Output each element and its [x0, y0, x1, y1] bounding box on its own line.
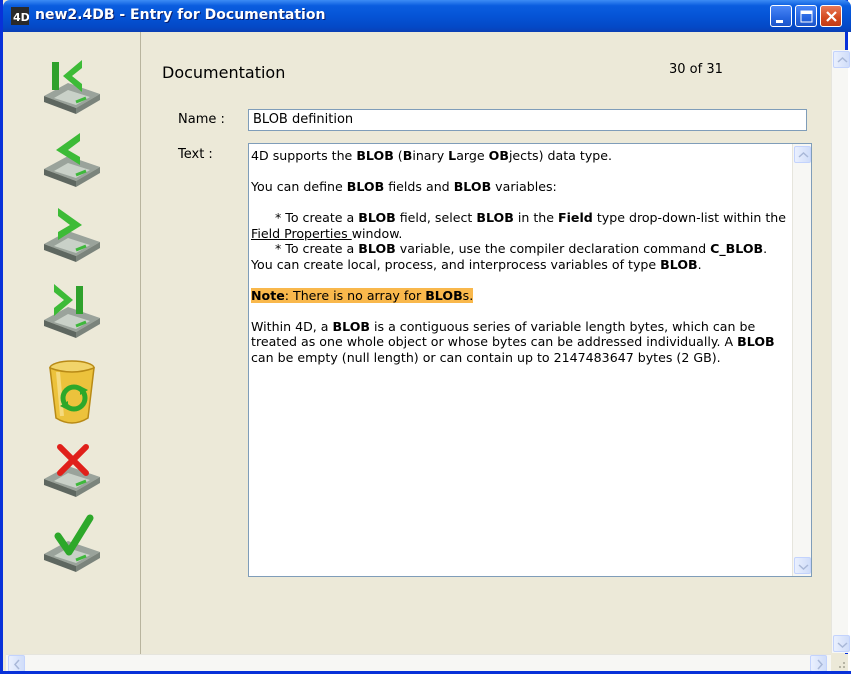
- minimize-icon: [776, 20, 783, 23]
- field-properties-link[interactable]: Field Properties: [251, 226, 352, 241]
- note-paragraph: Note: There is no array for BLOBs.: [251, 287, 474, 303]
- app-4d-icon: 4D: [11, 7, 29, 25]
- delete-record-icon: [44, 444, 100, 497]
- delete-record-button[interactable]: [36, 439, 108, 501]
- paragraph: Within 4D, a BLOB is a contiguous series…: [251, 318, 775, 365]
- resize-grip[interactable]: [831, 654, 848, 671]
- record-toolbar: [6, 32, 141, 654]
- close-icon: [826, 11, 837, 22]
- form-heading: Documentation: [162, 63, 286, 82]
- text-content: 4D supports the BLOB (Binary Large OBjec…: [251, 148, 787, 381]
- accept-record-button[interactable]: [36, 514, 108, 576]
- application-window: 4D new2.4DB - Entry for Documentation Do…: [0, 0, 851, 674]
- recycle-bin-button[interactable]: [36, 358, 108, 424]
- first-record-icon: [44, 60, 100, 114]
- scroll-down-button[interactable]: [794, 557, 811, 574]
- window-scroll-down-button[interactable]: [833, 635, 850, 652]
- window-vertical-scrollbar[interactable]: [831, 50, 850, 653]
- chevron-down-icon: [837, 642, 848, 649]
- maximize-button[interactable]: [795, 5, 817, 27]
- close-button[interactable]: [820, 5, 842, 27]
- window-title: new2.4DB - Entry for Documentation: [35, 7, 326, 23]
- previous-record-icon: [44, 133, 100, 187]
- text-scrollbar[interactable]: [792, 144, 811, 576]
- accept-record-icon: [44, 514, 100, 572]
- chevron-up-icon: [798, 151, 809, 158]
- first-record-button[interactable]: [36, 56, 108, 118]
- text-area[interactable]: 4D supports the BLOB (Binary Large OBjec…: [248, 143, 812, 577]
- paragraph: You can define BLOB fields and BLOB vari…: [251, 179, 557, 194]
- bullet-item: * To create a BLOB field, select BLOB in…: [251, 210, 786, 241]
- svg-text:4D: 4D: [13, 11, 29, 24]
- text-label: Text :: [178, 147, 213, 162]
- bullet-item: * To create a BLOB variable, use the com…: [251, 241, 768, 272]
- window-scroll-left-button[interactable]: [8, 655, 25, 672]
- last-record-button[interactable]: [36, 280, 108, 342]
- title-bar[interactable]: 4D new2.4DB - Entry for Documentation: [3, 0, 851, 32]
- resize-grip-icon: [839, 662, 845, 668]
- name-label: Name :: [178, 112, 225, 127]
- minimize-button[interactable]: [770, 5, 792, 27]
- last-record-icon: [44, 284, 100, 338]
- maximize-icon: [800, 10, 813, 23]
- window-horizontal-scrollbar[interactable]: [6, 654, 831, 672]
- next-record-button[interactable]: [36, 204, 108, 266]
- scroll-up-button[interactable]: [794, 146, 811, 163]
- window-scroll-up-button[interactable]: [833, 51, 850, 68]
- window-scroll-right-button[interactable]: [810, 655, 827, 672]
- paragraph: 4D supports the BLOB (Binary Large OBjec…: [251, 148, 613, 163]
- record-counter: 30 of 31: [669, 62, 723, 77]
- next-record-icon: [44, 208, 100, 262]
- previous-record-button[interactable]: [36, 129, 108, 191]
- chevron-down-icon: [798, 564, 809, 571]
- name-field[interactable]: BLOB definition: [248, 109, 807, 131]
- chevron-up-icon: [837, 56, 848, 63]
- recycle-bin-icon: [49, 360, 95, 424]
